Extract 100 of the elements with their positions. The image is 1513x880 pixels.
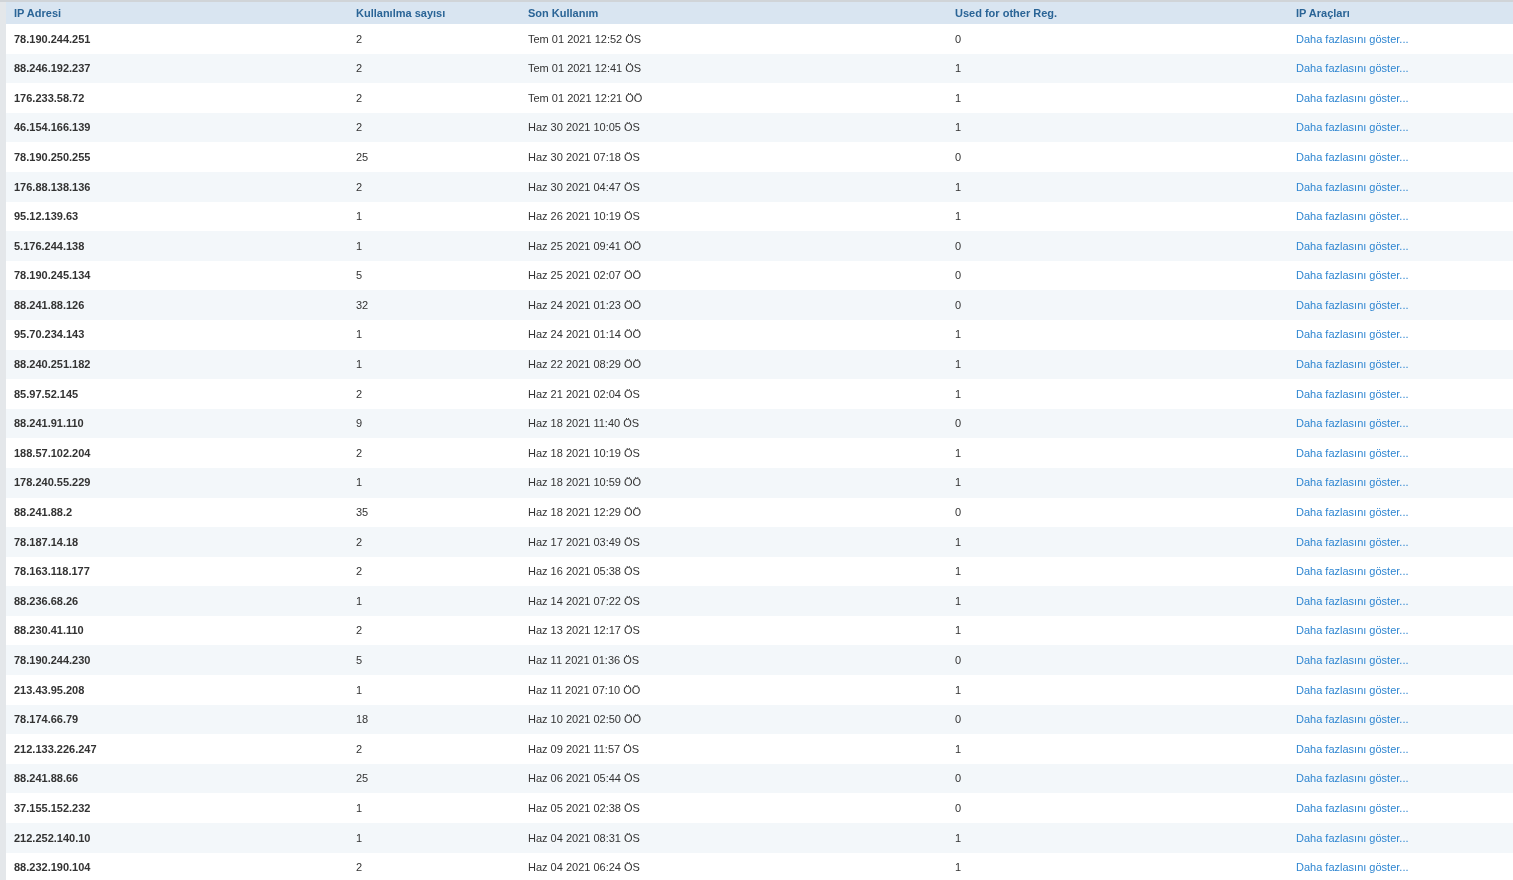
last-used-date: Haz 04 2021 08:31 ÖS bbox=[527, 830, 641, 846]
other-reg-count: 1 bbox=[954, 90, 963, 106]
last-used-date: Haz 18 2021 10:59 ÖÖ bbox=[527, 475, 643, 491]
last-used-date: Tem 01 2021 12:41 ÖS bbox=[527, 61, 643, 77]
show-more-link[interactable]: Daha fazlasını göster... bbox=[1296, 150, 1409, 163]
usage-count: 1 bbox=[355, 357, 364, 373]
other-reg-count: 0 bbox=[954, 801, 963, 816]
other-reg-count: 1 bbox=[954, 61, 963, 77]
other-reg-count: 1 bbox=[954, 386, 963, 402]
other-reg-count: 1 bbox=[954, 860, 963, 876]
last-used-date: Haz 30 2021 07:18 ÖS bbox=[527, 149, 641, 165]
usage-count: 2 bbox=[355, 386, 364, 402]
other-reg-count: 1 bbox=[954, 593, 963, 609]
other-reg-count: 1 bbox=[954, 741, 963, 757]
last-used-date: Haz 25 2021 09:41 ÖÖ bbox=[527, 238, 643, 254]
ip-address: 88.241.88.2 bbox=[13, 505, 74, 521]
last-used-date: Tem 01 2021 12:21 ÖÖ bbox=[527, 90, 644, 106]
usage-count: 5 bbox=[355, 268, 364, 284]
ip-address: 178.240.55.229 bbox=[13, 475, 92, 491]
show-more-link[interactable]: Daha fazlasını göster... bbox=[1296, 32, 1409, 45]
other-reg-count: 1 bbox=[954, 445, 963, 461]
usage-count: 25 bbox=[355, 149, 370, 165]
last-used-date: Haz 11 2021 07:10 ÖÖ bbox=[527, 682, 642, 698]
column-header: IP Adresi bbox=[13, 5, 63, 21]
usage-count: 1 bbox=[355, 475, 364, 491]
show-more-link[interactable]: Daha fazlasını göster... bbox=[1296, 91, 1409, 104]
show-more-link[interactable]: Daha fazlasını göster... bbox=[1296, 476, 1409, 489]
usage-count: 9 bbox=[355, 416, 364, 432]
ip-address: 78.190.244.230 bbox=[13, 653, 92, 668]
usage-count: 32 bbox=[355, 297, 370, 313]
usage-count: 2 bbox=[355, 741, 364, 757]
other-reg-count: 1 bbox=[954, 327, 963, 343]
show-more-link[interactable]: Daha fazlasını göster... bbox=[1296, 180, 1409, 193]
show-more-link[interactable]: Daha fazlasını göster... bbox=[1296, 62, 1409, 75]
ip-address: 88.230.41.110 bbox=[13, 623, 85, 639]
show-more-link[interactable]: Daha fazlasını göster... bbox=[1296, 269, 1409, 282]
last-used-date: Haz 30 2021 10:05 ÖS bbox=[527, 120, 641, 136]
show-more-link[interactable]: Daha fazlasını göster... bbox=[1296, 802, 1409, 814]
other-reg-count: 0 bbox=[954, 268, 963, 284]
usage-count: 1 bbox=[355, 593, 364, 609]
usage-count: 2 bbox=[355, 179, 364, 195]
ip-address: 78.190.244.251 bbox=[13, 31, 92, 47]
last-used-date: Haz 13 2021 12:17 ÖS bbox=[527, 623, 641, 639]
other-reg-count: 1 bbox=[954, 682, 963, 698]
last-used-date: Haz 22 2021 08:29 ÖÖ bbox=[527, 357, 643, 373]
last-used-date: Haz 06 2021 05:44 ÖS bbox=[527, 771, 641, 787]
ip-address: 88.241.91.110 bbox=[13, 416, 85, 432]
show-more-link[interactable]: Daha fazlasını göster... bbox=[1296, 210, 1409, 223]
show-more-link[interactable]: Daha fazlasını göster... bbox=[1296, 624, 1409, 637]
show-more-link[interactable]: Daha fazlasını göster... bbox=[1296, 446, 1409, 459]
show-more-link[interactable]: Daha fazlasını göster... bbox=[1296, 417, 1409, 430]
show-more-link[interactable]: Daha fazlasını göster... bbox=[1296, 772, 1409, 785]
last-used-date: Haz 18 2021 11:40 ÖS bbox=[527, 416, 641, 432]
ip-address: 212.133.226.247 bbox=[13, 741, 98, 757]
ip-address: 176.233.58.72 bbox=[13, 90, 86, 106]
last-used-date: Haz 25 2021 02:07 ÖÖ bbox=[527, 268, 643, 284]
ip-address: 176.88.138.136 bbox=[13, 179, 92, 195]
show-more-link[interactable]: Daha fazlasını göster... bbox=[1296, 654, 1409, 666]
show-more-link[interactable]: Daha fazlasını göster... bbox=[1296, 831, 1409, 844]
usage-count: 2 bbox=[355, 445, 364, 461]
show-more-link[interactable]: Daha fazlasını göster... bbox=[1296, 298, 1409, 311]
show-more-link[interactable]: Daha fazlasını göster... bbox=[1296, 713, 1409, 726]
last-used-date: Haz 18 2021 12:29 ÖÖ bbox=[527, 505, 643, 521]
ip-address: 95.70.234.143 bbox=[13, 327, 86, 343]
show-more-link[interactable]: Daha fazlasını göster... bbox=[1296, 328, 1409, 341]
show-more-link[interactable]: Daha fazlasını göster... bbox=[1296, 387, 1409, 400]
column-header: Son Kullanım bbox=[527, 5, 600, 21]
other-reg-count: 0 bbox=[954, 31, 963, 47]
last-used-date: Haz 11 2021 01:36 ÖS bbox=[527, 653, 641, 668]
show-more-link[interactable]: Daha fazlasını göster... bbox=[1296, 683, 1409, 696]
last-used-date: Haz 04 2021 06:24 ÖS bbox=[527, 860, 641, 876]
show-more-link[interactable]: Daha fazlasını göster... bbox=[1296, 535, 1409, 548]
other-reg-count: 0 bbox=[954, 653, 963, 668]
show-more-link[interactable]: Daha fazlasını göster... bbox=[1296, 594, 1409, 607]
show-more-link[interactable]: Daha fazlasını göster... bbox=[1296, 861, 1409, 874]
usage-count: 2 bbox=[355, 623, 364, 639]
other-reg-count: 1 bbox=[954, 179, 963, 195]
show-more-link[interactable]: Daha fazlasını göster... bbox=[1296, 506, 1409, 519]
other-reg-count: 1 bbox=[954, 623, 963, 639]
usage-count: 2 bbox=[355, 860, 364, 876]
column-header: Used for other Reg. bbox=[954, 5, 1059, 21]
column-header: Kullanılma sayısı bbox=[355, 5, 447, 21]
last-used-date: Haz 16 2021 05:38 ÖS bbox=[527, 564, 641, 580]
last-used-date: Haz 10 2021 02:50 ÖÖ bbox=[527, 712, 643, 728]
other-reg-count: 0 bbox=[954, 238, 963, 254]
usage-count: 1 bbox=[355, 830, 364, 846]
show-more-link[interactable]: Daha fazlasını göster... bbox=[1296, 121, 1409, 134]
last-used-date: Haz 30 2021 04:47 ÖS bbox=[527, 179, 641, 195]
show-more-link[interactable]: Daha fazlasını göster... bbox=[1296, 239, 1409, 252]
show-more-link[interactable]: Daha fazlasını göster... bbox=[1296, 358, 1409, 371]
last-used-date: Tem 01 2021 12:52 ÖS bbox=[527, 31, 643, 47]
show-more-link[interactable]: Daha fazlasını göster... bbox=[1296, 565, 1409, 578]
ip-address: 78.174.66.79 bbox=[13, 712, 80, 728]
usage-count: 1 bbox=[355, 801, 364, 816]
show-more-link[interactable]: Daha fazlasını göster... bbox=[1296, 742, 1409, 755]
ip-address: 85.97.52.145 bbox=[13, 386, 80, 402]
other-reg-count: 1 bbox=[954, 357, 963, 373]
usage-count: 18 bbox=[355, 712, 370, 728]
other-reg-count: 0 bbox=[954, 712, 963, 728]
other-reg-count: 0 bbox=[954, 505, 963, 521]
